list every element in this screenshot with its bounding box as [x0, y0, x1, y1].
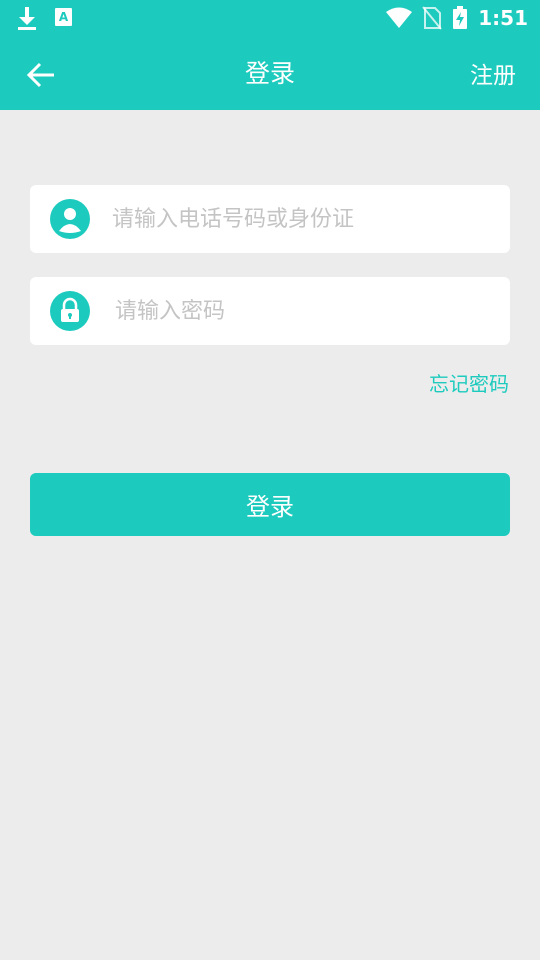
no-sim-icon — [422, 6, 443, 30]
account-field[interactable] — [30, 185, 510, 253]
download-icon — [18, 7, 36, 30]
forgot-password-link[interactable]: 忘记密码 — [429, 370, 509, 398]
wifi-icon — [386, 7, 413, 28]
login-button[interactable]: 登录 — [30, 473, 510, 536]
account-input[interactable] — [112, 201, 472, 237]
status-bar: A 1:51 — [0, 0, 540, 38]
lock-icon — [50, 291, 90, 331]
register-link[interactable]: 注册 — [470, 60, 516, 92]
password-field[interactable] — [30, 277, 510, 345]
app-bar: 登录 注册 — [0, 38, 540, 110]
svg-text:A: A — [59, 10, 69, 24]
page-title: 登录 — [244, 59, 295, 88]
user-icon — [50, 199, 90, 239]
battery-charging-icon — [453, 6, 468, 29]
text-a-icon: A — [55, 8, 72, 26]
password-input[interactable] — [115, 293, 475, 329]
status-time: 1:51 — [478, 6, 528, 30]
